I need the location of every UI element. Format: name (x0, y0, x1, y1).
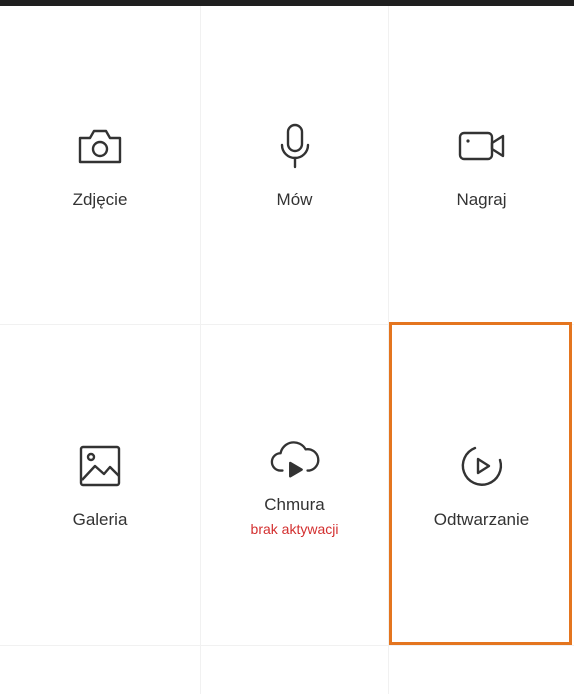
tile-gallery[interactable]: Galeria (0, 325, 200, 645)
tile-partial[interactable] (0, 646, 200, 694)
tile-cloud[interactable]: Chmura brak aktywacji (201, 325, 388, 645)
tile-partial[interactable] (201, 646, 388, 694)
feature-grid: Zdjęcie Mów Nagraj Galeria Chmura brak a… (0, 6, 574, 694)
camera-icon (74, 120, 126, 172)
microphone-icon (269, 120, 321, 172)
cloud-play-icon (269, 433, 321, 485)
cloud-activation-status: brak aktywacji (250, 521, 339, 537)
tile-cloud-label: Chmura (264, 495, 325, 514)
tile-gallery-label: Galeria (72, 510, 128, 529)
tile-photo-label: Zdjęcie (72, 190, 128, 209)
play-circle-icon (456, 440, 508, 492)
tile-photo[interactable]: Zdjęcie (0, 6, 200, 324)
tile-partial[interactable] (389, 646, 574, 694)
tile-playback-label: Odtwarzanie (433, 510, 530, 529)
image-icon (74, 440, 126, 492)
tile-record[interactable]: Nagraj (389, 6, 574, 324)
tile-record-label: Nagraj (456, 190, 507, 209)
tile-speak-label: Mów (276, 190, 313, 209)
video-camera-icon (456, 120, 508, 172)
tile-playback[interactable]: Odtwarzanie (389, 325, 574, 645)
tile-speak[interactable]: Mów (201, 6, 388, 324)
